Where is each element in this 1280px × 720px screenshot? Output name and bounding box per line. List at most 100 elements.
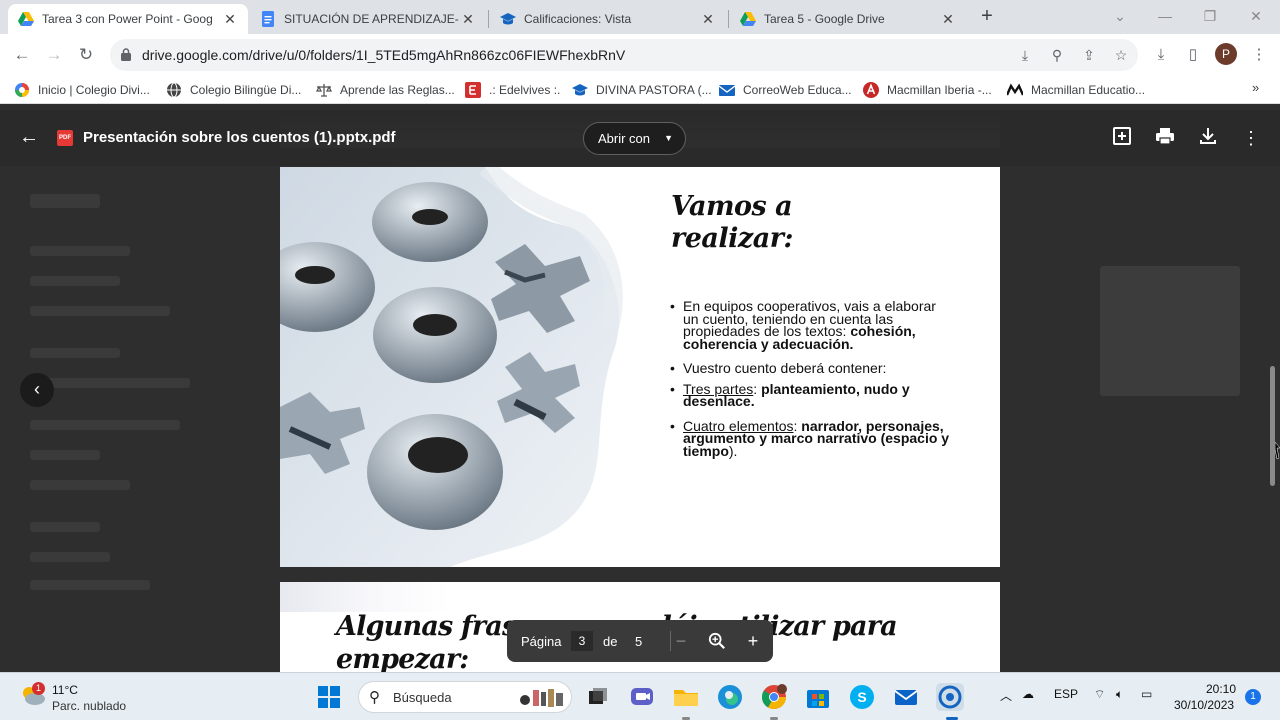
macmillan-m-icon [1007, 83, 1023, 96]
bookmark-macmillan-educacion[interactable]: Macmillan Educatio... [1007, 81, 1145, 99]
print-icon[interactable] [1153, 126, 1177, 150]
slide-title: Vamos a realizar: [671, 191, 921, 255]
tab-calificaciones[interactable]: Calificaciones: Vista ✕ [490, 4, 726, 34]
tab-tarea5[interactable]: Tarea 5 - Google Drive ✕ [730, 4, 966, 34]
wifi-icon[interactable]: ⌔ [1094, 687, 1105, 702]
tab-divider [488, 10, 489, 28]
reload-icon[interactable]: ↻ [74, 43, 98, 67]
microsoft-store-icon[interactable] [804, 683, 832, 711]
zoom-icon[interactable]: ⚲ [1047, 45, 1067, 65]
zoom-in-icon[interactable]: + [741, 629, 765, 653]
bullet-item: Tres partes: planteamiento, nudo y desen… [670, 382, 955, 408]
chrome-browser-icon[interactable] [760, 683, 788, 711]
drive-nav-item-dimmed [30, 276, 120, 286]
install-app-icon[interactable]: ⤓ [1015, 45, 1035, 65]
profile-avatar[interactable]: P [1215, 43, 1237, 65]
restore-icon[interactable]: ❐ [1190, 4, 1230, 28]
share-icon[interactable]: ⇪ [1079, 45, 1099, 65]
bookmark-divina-pastora[interactable]: DIVINA PASTORA (... [572, 81, 712, 99]
drive-nav-item-dimmed [30, 450, 100, 460]
bookmark-aprende-reglas[interactable]: Aprende las Reglas... [316, 81, 455, 99]
slide-bullet-list: En equipos cooperativos, vais a elaborar… [670, 299, 955, 465]
back-arrow-icon[interactable]: ← [10, 43, 34, 67]
new-tab-plus-icon[interactable]: + [976, 6, 998, 28]
clock-date[interactable]: 30/10/2023 [1174, 698, 1234, 712]
google-drive-icon [18, 12, 34, 26]
page-total: 5 [635, 634, 643, 649]
slide-decoration [280, 582, 450, 612]
battery-icon[interactable]: ▭ [1141, 687, 1152, 701]
drive-nav-item-dimmed [30, 420, 180, 430]
bookmark-colegio-bilingue[interactable]: Colegio Bilingüe Di... [166, 81, 301, 99]
bookmark-label: Colegio Bilingüe Di... [190, 83, 302, 97]
graduation-cap-icon [500, 13, 516, 25]
page-label: Página [521, 634, 562, 649]
address-bar[interactable]: drive.google.com/drive/u/0/folders/1I_5T… [110, 39, 1138, 71]
tab-title: SITUACIÓN DE APRENDIZAJE- ( [284, 12, 460, 26]
tab-close-icon[interactable]: ✕ [460, 11, 476, 28]
drive-nav-item-dimmed [30, 480, 130, 490]
drive-nav-item-dimmed [30, 522, 100, 532]
page-number-input[interactable]: 3 [571, 631, 593, 651]
bookmark-edelvives[interactable]: .: Edelvives :. [465, 81, 560, 99]
minimize-icon[interactable]: — [1145, 4, 1185, 28]
bookmarks-overflow-button[interactable]: » [1252, 80, 1259, 95]
tab-close-icon[interactable]: ✕ [222, 11, 238, 28]
bookmarks-bar: Inicio | Colegio Divi... Colegio Bilingü… [0, 76, 1280, 104]
add-comment-icon[interactable] [1110, 126, 1134, 150]
zoom-out-icon[interactable]: − [669, 629, 693, 653]
mail-app-icon[interactable] [892, 683, 920, 711]
rules-icon [316, 84, 332, 97]
drive-nav-item-dimmed [30, 246, 130, 256]
input-language[interactable]: ESP [1054, 687, 1078, 701]
tab-close-icon[interactable]: ✕ [940, 11, 956, 28]
clock-time[interactable]: 20:10 [1206, 682, 1236, 696]
bullet-text: ). [728, 442, 738, 459]
skype-icon[interactable]: S [848, 683, 876, 711]
tab-search-chevron-icon[interactable]: ⌄ [1100, 4, 1140, 28]
o-piece [367, 414, 503, 530]
teams-chat-icon[interactable] [628, 683, 656, 711]
task-view-icon[interactable] [584, 683, 612, 711]
active-app-icon[interactable] [936, 683, 964, 711]
drive-nav-item-dimmed [30, 580, 150, 590]
downloads-icon[interactable]: ⤓ [1150, 44, 1172, 66]
bullet-item: Cuatro elementos: narrador, personajes, … [670, 419, 955, 459]
file-explorer-icon[interactable] [672, 683, 700, 711]
bookmark-inicio-colegio[interactable]: Inicio | Colegio Divi... [14, 81, 150, 99]
macmillan-a-icon [863, 82, 879, 98]
open-with-button[interactable]: Abrir con ▼ [583, 122, 686, 155]
more-options-icon[interactable]: ⋮ [1239, 126, 1263, 150]
close-window-icon[interactable]: ✕ [1236, 4, 1276, 28]
tab-tarea3[interactable]: Tarea 3 con Power Point - Goog ✕ [8, 4, 248, 34]
notification-count-badge[interactable]: 1 [1245, 689, 1261, 705]
chrome-menu-icon[interactable]: ⋮ [1248, 44, 1270, 66]
bookmark-label: CorreoWeb Educa... [743, 83, 852, 97]
bookmark-label: Inicio | Colegio Divi... [38, 83, 150, 97]
onedrive-cloud-icon[interactable]: ☁ [1022, 687, 1034, 701]
o-piece [372, 182, 488, 262]
previous-file-chevron-icon[interactable]: ‹ [20, 373, 54, 407]
tab-close-icon[interactable]: ✕ [700, 11, 716, 28]
download-icon[interactable] [1196, 126, 1220, 150]
tray-overflow-chevron-icon[interactable]: ︿ [1000, 687, 1012, 704]
viewer-back-arrow-icon[interactable]: ← [18, 126, 40, 148]
forward-arrow-icon[interactable]: → [42, 43, 66, 67]
mouse-cursor-icon [1275, 442, 1280, 460]
tab-situacion[interactable]: SITUACIÓN DE APRENDIZAJE- ( ✕ [250, 4, 486, 34]
zoom-magnifier-icon[interactable] [705, 629, 729, 653]
drive-new-button-dimmed [30, 194, 100, 208]
side-panel-icon[interactable]: ▯ [1182, 44, 1204, 66]
weather-temperature: 11°C [52, 683, 78, 697]
windows-start-icon[interactable] [318, 686, 340, 708]
taskbar-search-box[interactable]: ⚲ Búsqueda [358, 681, 572, 713]
bookmark-correoweb[interactable]: CorreoWeb Educa... [719, 81, 852, 99]
viewer-file-title: Presentación sobre los cuentos (1).pptx.… [83, 129, 396, 146]
bookmark-macmillan-iberia[interactable]: Macmillan Iberia -... [863, 81, 992, 99]
volume-icon[interactable]: 🔈︎ [1116, 687, 1123, 702]
viewer-scrollbar[interactable] [1270, 366, 1275, 486]
url-text: drive.google.com/drive/u/0/folders/1I_5T… [142, 47, 626, 63]
edge-browser-icon[interactable] [716, 683, 744, 711]
windows-taskbar: 1 11°C Parc. nublado ⚲ Búsqueda S ︿ ☁ ES… [0, 672, 1280, 720]
bookmark-star-icon[interactable]: ☆ [1111, 45, 1131, 65]
